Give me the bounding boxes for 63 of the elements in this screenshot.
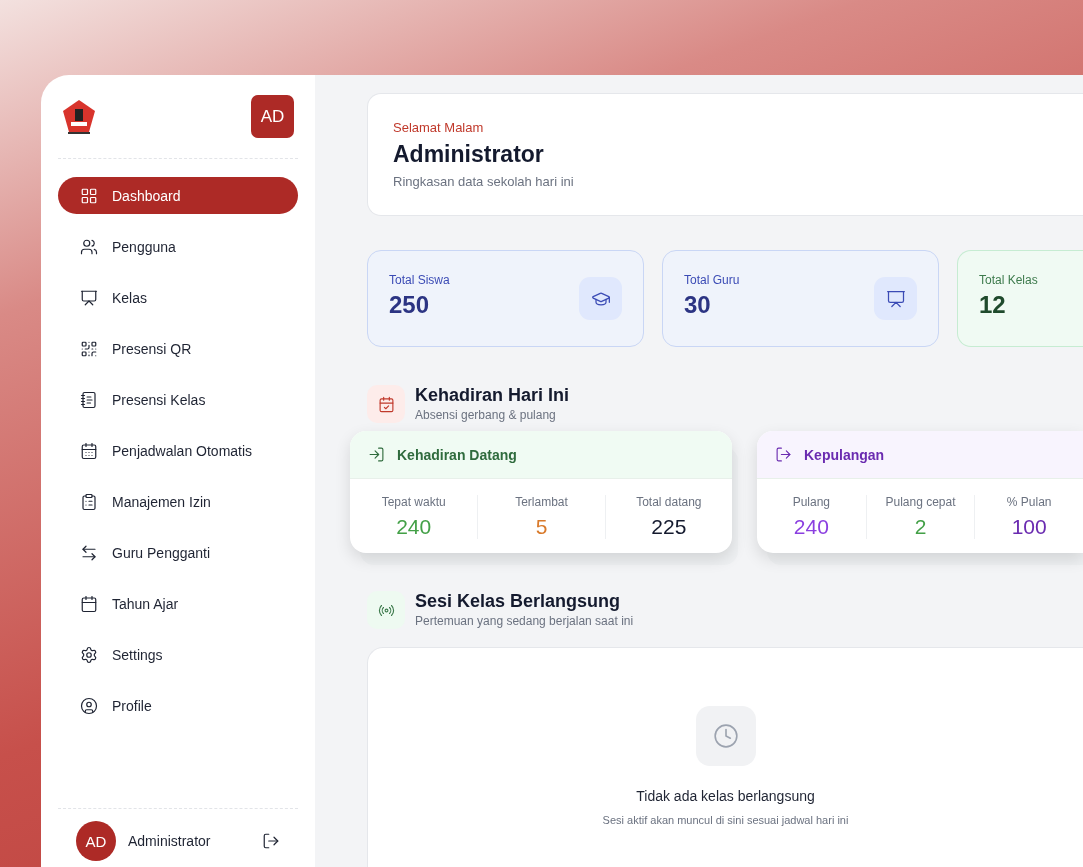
nav-icon bbox=[80, 492, 98, 511]
empty-title: Tidak ada kelas berlangsung bbox=[636, 788, 815, 804]
metric-label: Tepat waktu bbox=[381, 495, 446, 509]
nav-icon bbox=[80, 288, 98, 307]
metric-value: 240 bbox=[793, 515, 829, 539]
stat-label: Total Guru bbox=[684, 273, 740, 287]
sidebar-item[interactable]: Manajemen Izin bbox=[58, 483, 298, 520]
sidebar-item[interactable]: Pengguna bbox=[58, 228, 298, 265]
sidebar-item[interactable]: Dashboard bbox=[58, 177, 298, 214]
section-title: Kehadiran Hari Ini bbox=[415, 385, 570, 406]
school-logo bbox=[62, 98, 96, 135]
sidebar-item[interactable]: Settings bbox=[58, 636, 298, 673]
nav-icon bbox=[80, 390, 98, 409]
calendar-check-icon bbox=[367, 385, 405, 423]
user-avatar: AD bbox=[76, 821, 116, 861]
card-icon bbox=[775, 446, 792, 463]
metric-value: 5 bbox=[535, 515, 548, 539]
stat-icon bbox=[874, 277, 917, 320]
welcome-subtitle: Ringkasan data sekolah hari ini bbox=[393, 174, 575, 189]
metric-label: % Pulan bbox=[1006, 495, 1052, 509]
metric-value: 225 bbox=[651, 515, 687, 539]
user-name: Administrator bbox=[128, 833, 212, 849]
broadcast-icon bbox=[367, 591, 405, 629]
card-title: Kehadiran Datang bbox=[397, 446, 517, 463]
nav-icon bbox=[80, 186, 98, 205]
sidebar-item[interactable]: Profile bbox=[58, 687, 298, 724]
logout-icon[interactable] bbox=[262, 832, 280, 850]
stat-label: Total Siswa bbox=[389, 273, 450, 287]
greeting: Selamat Malam bbox=[393, 120, 485, 135]
section-subtitle: Absensi gerbang & pulang bbox=[415, 408, 557, 422]
sidebar-item[interactable]: Presensi QR bbox=[58, 330, 298, 367]
section-subtitle: Pertemuan yang sedang berjalan saat ini bbox=[415, 614, 634, 628]
stat-icon bbox=[579, 277, 622, 320]
nav-icon bbox=[80, 543, 98, 562]
sidebar-item[interactable]: Guru Pengganti bbox=[58, 534, 298, 571]
metric-value: 2 bbox=[914, 515, 927, 539]
nav-icon bbox=[80, 594, 98, 613]
sidebar-item[interactable]: Kelas bbox=[58, 279, 298, 316]
nav-icon bbox=[80, 645, 98, 664]
sidebar-item[interactable]: Tahun Ajar bbox=[58, 585, 298, 622]
nav-icon bbox=[80, 237, 98, 256]
nav-icon bbox=[80, 339, 98, 358]
metric-label: Pulang cepat bbox=[885, 495, 956, 509]
metric-label: Terlambat bbox=[515, 495, 568, 509]
metric-value: 240 bbox=[396, 515, 432, 539]
stat-value: 250 bbox=[389, 291, 431, 319]
stat-label: Total Kelas bbox=[979, 273, 1038, 287]
welcome-name: Administrator bbox=[393, 141, 545, 168]
stat-value: 12 bbox=[979, 291, 1007, 319]
sidebar-item[interactable]: Penjadwalan Otomatis bbox=[58, 432, 298, 469]
metric-label: Pulang bbox=[792, 495, 830, 509]
metric-value: 100 bbox=[1011, 515, 1047, 539]
sidebar-item[interactable]: Presensi Kelas bbox=[58, 381, 298, 418]
empty-subtitle: Sesi aktif akan muncul di sini sesuai jadwal hari ini bbox=[602, 814, 849, 826]
nav-icon bbox=[80, 696, 98, 715]
avatar-badge[interactable]: AD bbox=[251, 95, 294, 138]
nav-icon bbox=[80, 441, 98, 460]
section-title: Sesi Kelas Berlangsung bbox=[415, 591, 622, 612]
metric-label: Total datang bbox=[636, 495, 702, 509]
card-title: Kepulangan bbox=[804, 446, 885, 463]
clock-icon bbox=[695, 706, 756, 766]
card-icon bbox=[368, 446, 385, 463]
stat-value: 30 bbox=[684, 291, 712, 319]
